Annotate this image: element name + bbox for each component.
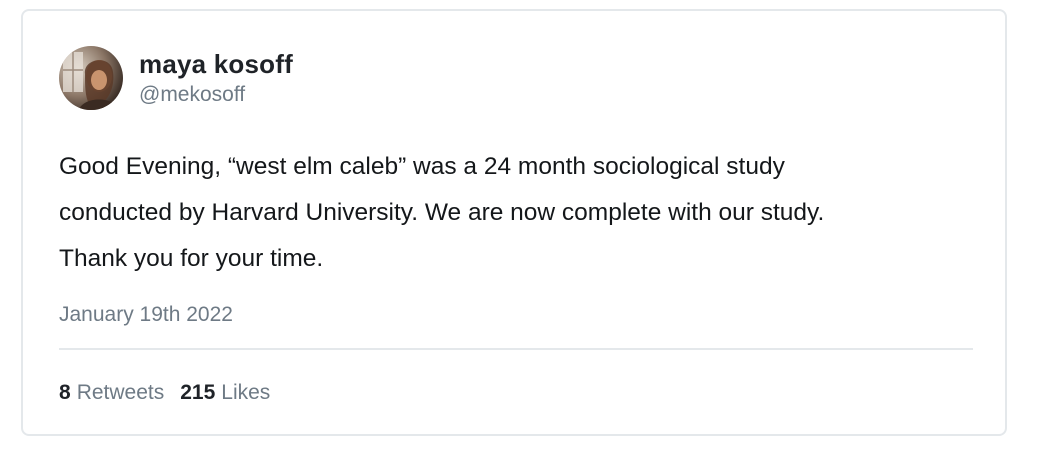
tweet-text: Good Evening, “west elm caleb” was a 24 … [59, 144, 989, 282]
retweets-label: Retweets [76, 381, 165, 404]
retweets-stat[interactable]: 8 Retweets [59, 381, 164, 404]
tweet-text-line: Thank you for your time. [59, 245, 324, 272]
tweet-text-line: conducted by Harvard University. We are … [59, 199, 825, 226]
likes-stat[interactable]: 215 Likes [180, 381, 270, 404]
likes-label: Likes [221, 381, 271, 404]
avatar[interactable] [59, 46, 123, 110]
avatar-photo-icon [59, 46, 123, 110]
tweet-stats: 8 Retweets 215 Likes [59, 379, 270, 407]
author-display-name[interactable]: maya kosoff [139, 48, 293, 80]
tweet-text-line: Good Evening, “west elm caleb” was a 24 … [59, 153, 785, 180]
author-handle[interactable]: @mekosoff [139, 81, 293, 109]
tweet-card: maya kosoff @mekosoff Good Evening, “wes… [21, 9, 1007, 436]
likes-count: 215 [180, 381, 216, 404]
author-names: maya kosoff @mekosoff [139, 48, 293, 109]
retweets-count: 8 [59, 381, 71, 404]
tweet-date[interactable]: January 19th 2022 [59, 301, 233, 329]
divider [59, 348, 973, 350]
tweet-header: maya kosoff @mekosoff [59, 46, 293, 110]
